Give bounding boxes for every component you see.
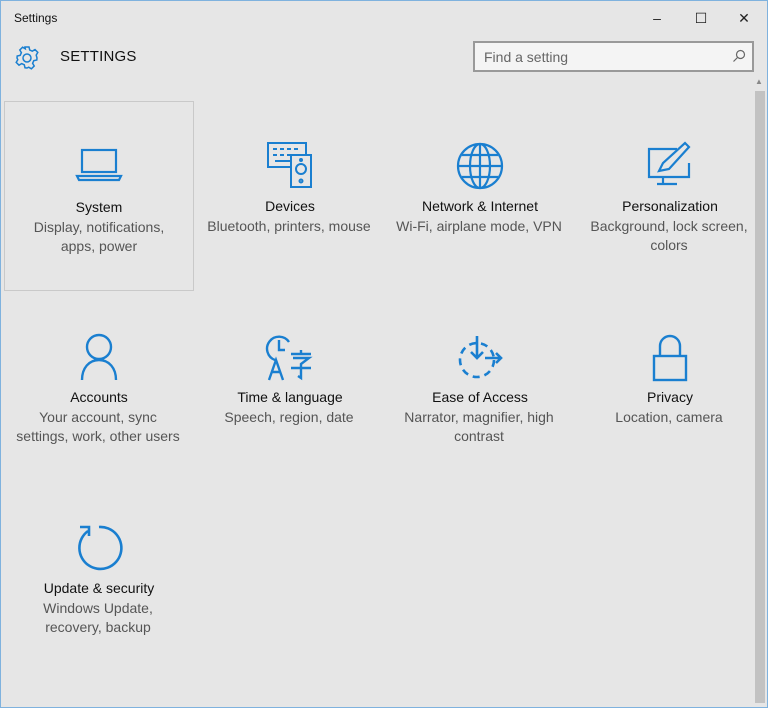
tile-title: Update & security	[43, 580, 155, 596]
maximize-button[interactable]: ☐	[679, 5, 723, 31]
devices-icon	[267, 142, 312, 188]
tile-update-security[interactable]: Update & security Windows Update, recove…	[4, 483, 194, 673]
settings-window: Settings – ☐ ✕ SETTINGS ▲ System Display…	[0, 0, 768, 708]
search-box[interactable]	[473, 41, 754, 72]
scroll-up-icon[interactable]: ▲	[755, 77, 763, 86]
lock-icon	[652, 334, 688, 382]
tile-description: Wi-Fi, airplane mode, VPN	[396, 218, 562, 234]
tile-title: Network & Internet	[422, 198, 538, 214]
tile-title: Accounts	[70, 389, 128, 405]
ease-of-access-icon	[458, 336, 503, 379]
tile-time-language[interactable]: Time & language Speech, region, date	[195, 292, 385, 482]
tile-system[interactable]: System Display, notifications, apps, pow…	[4, 101, 194, 291]
tile-ease-of-access[interactable]: Ease of Access Narrator, magnifier, high…	[385, 292, 575, 482]
tile-description: Location, camera	[615, 409, 723, 425]
search-icon[interactable]	[732, 49, 746, 63]
tile-title: Ease of Access	[432, 389, 528, 405]
tile-description: Bluetooth, printers, mouse	[207, 218, 371, 234]
minimize-button[interactable]: –	[635, 5, 679, 31]
window-title: Settings	[14, 11, 58, 25]
globe-icon	[456, 142, 504, 190]
refresh-icon	[78, 525, 123, 571]
tile-description: Speech, region, date	[224, 409, 354, 425]
tile-network[interactable]: Network & Internet Wi-Fi, airplane mode,…	[385, 101, 575, 291]
person-icon	[80, 333, 118, 381]
tile-description: Narrator, magnifier, high contrast	[404, 409, 554, 444]
gear-icon	[15, 46, 39, 70]
header: SETTINGS	[1, 41, 767, 75]
page-title: SETTINGS	[60, 48, 137, 65]
tile-description: Display, notifications, apps, power	[33, 219, 165, 254]
tile-description: Background, lock screen, colors	[590, 218, 748, 253]
laptop-icon	[75, 148, 123, 182]
tile-accounts[interactable]: Accounts Your account, sync settings, wo…	[4, 292, 194, 482]
tile-title: Time & language	[237, 389, 343, 405]
tile-title: Privacy	[647, 389, 693, 405]
tile-title: Personalization	[622, 198, 718, 214]
tile-description: Your account, sync settings, work, other…	[16, 409, 180, 444]
tile-title: Devices	[265, 198, 315, 214]
tile-privacy[interactable]: Privacy Location, camera	[575, 292, 765, 482]
title-bar: Settings – ☐ ✕	[1, 1, 767, 35]
paint-icon	[647, 141, 691, 186]
tile-devices[interactable]: Devices Bluetooth, printers, mouse	[195, 101, 385, 291]
tile-title: System	[75, 199, 123, 215]
close-button[interactable]: ✕	[722, 5, 766, 31]
tile-description: Windows Update, recovery, backup	[43, 600, 153, 635]
time-language-icon	[265, 335, 313, 381]
tile-personalization[interactable]: Personalization Background, lock screen,…	[575, 101, 765, 291]
search-input[interactable]	[475, 43, 715, 70]
